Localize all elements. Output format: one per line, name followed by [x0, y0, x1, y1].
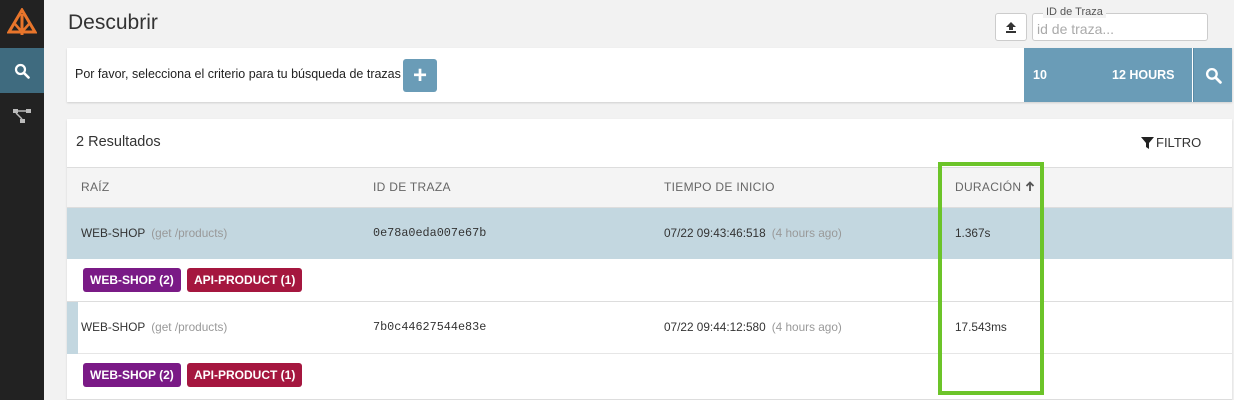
start-time-relative: (4 hours ago) [771, 320, 842, 334]
service-badge-web-shop[interactable]: WEB-SHOP (2) [83, 363, 181, 387]
search-icon [14, 63, 30, 79]
start-time: 07/22 09:43:46:518 [664, 226, 766, 240]
root-service: WEB-SHOP [81, 226, 146, 240]
root-span-name: (get /products) [151, 226, 228, 240]
service-badge-api-product[interactable]: API-PRODUCT (1) [187, 363, 303, 387]
trace-id-cell: 0e78a0eda007e67b [373, 226, 487, 240]
row-accent-bar [67, 302, 78, 354]
filter-funnel-icon [1141, 136, 1154, 149]
sidebar [0, 0, 44, 400]
service-badge-api-product[interactable]: API-PRODUCT (1) [187, 268, 303, 292]
root-cell: WEB-SHOP (get /products) [81, 320, 227, 334]
app-logo[interactable] [0, 0, 44, 46]
page-title: Descubrir [68, 11, 158, 34]
upload-button[interactable] [995, 13, 1027, 41]
start-time-relative: (4 hours ago) [771, 226, 842, 240]
start-time: 07/22 09:44:12:580 [664, 320, 766, 334]
search-bar: Por favor, selecciona el criterio para t… [67, 48, 1232, 102]
limit-lookback-panel[interactable]: 10 12 HOURS [1024, 48, 1192, 102]
service-badge-web-shop[interactable]: WEB-SHOP (2) [83, 268, 181, 292]
upload-icon [1006, 22, 1016, 33]
start-time-cell: 07/22 09:43:46:518 (4 hours ago) [664, 226, 842, 240]
column-header-trace-id[interactable]: ID DE TRAZA [373, 180, 451, 194]
filter-button[interactable]: FILTRO [1141, 135, 1201, 150]
lookback-value[interactable]: 12 HOURS [1112, 68, 1175, 82]
criteria-prompt: Por favor, selecciona el criterio para t… [75, 67, 401, 81]
table-row[interactable]: WEB-SHOP (get /products) 7b0c44627544e83e… [67, 302, 1232, 354]
filter-label: FILTRO [1156, 135, 1202, 150]
results-count: 2 Resultados [76, 134, 161, 150]
zipkin-logo-icon [7, 8, 37, 35]
nav-dependencies[interactable] [0, 93, 44, 138]
root-cell: WEB-SHOP (get /products) [81, 226, 227, 240]
trace-id-label: ID de Traza [1043, 6, 1106, 18]
results-card: 2 Resultados FILTRO RAÍZ ID DE TRAZA TIE… [67, 119, 1232, 400]
column-header-start-time[interactable]: TIEMPO DE INICIO [664, 180, 775, 194]
root-span-name: (get /products) [151, 320, 228, 334]
search-icon [1205, 67, 1222, 84]
limit-value[interactable]: 10 [1033, 68, 1047, 82]
trace-id-field: ID de Traza [1032, 6, 1208, 41]
dependency-graph-icon [13, 108, 31, 123]
service-tags-row: WEB-SHOP (2) API-PRODUCT (1) [67, 354, 1232, 400]
start-time-cell: 07/22 09:44:12:580 (4 hours ago) [664, 320, 842, 334]
table-row[interactable]: WEB-SHOP (get /products) 0e78a0eda007e67b… [67, 208, 1232, 259]
trace-id-cell: 7b0c44627544e83e [373, 320, 487, 334]
root-service: WEB-SHOP [81, 320, 146, 334]
nav-discover[interactable] [0, 48, 44, 93]
column-header-root[interactable]: RAÍZ [81, 180, 110, 194]
search-button[interactable] [1193, 48, 1232, 102]
service-tags-row: WEB-SHOP (2) API-PRODUCT (1) [67, 259, 1232, 302]
table-header: RAÍZ ID DE TRAZA TIEMPO DE INICIO DURACI… [67, 167, 1232, 208]
add-criteria-button[interactable]: + [403, 59, 437, 92]
duration-highlight-box [938, 162, 1044, 395]
